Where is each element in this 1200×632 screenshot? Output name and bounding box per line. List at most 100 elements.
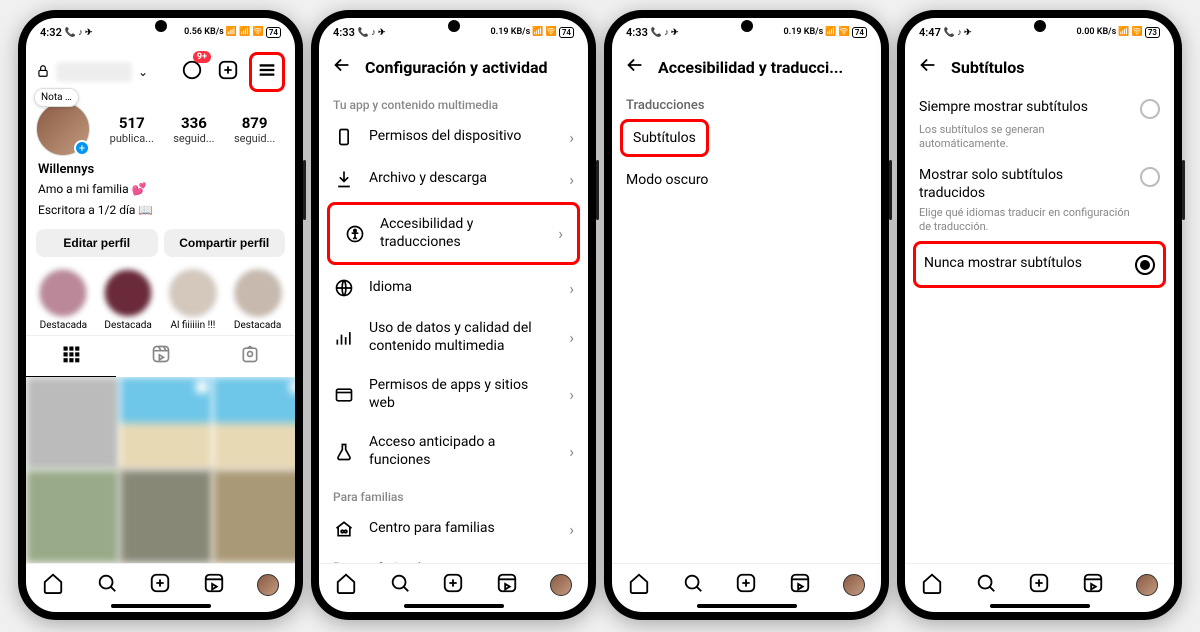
highlight-item[interactable]: Destacada	[228, 269, 287, 331]
nav-home-icon[interactable]	[628, 572, 650, 598]
edit-profile-button[interactable]: Editar perfil	[36, 229, 158, 257]
post-thumbnail[interactable]	[120, 470, 213, 563]
nav-reels-icon[interactable]	[1082, 572, 1104, 598]
nav-search-icon[interactable]	[389, 572, 411, 598]
phone-accessibility: 4:33📞 ♪ ✈ 0.19 KB/s📶 🛜74 Accesibilidad y…	[604, 10, 889, 620]
row-archive-download[interactable]: Archivo y descarga›	[319, 158, 588, 200]
nav-home-icon[interactable]	[335, 572, 357, 598]
bio-line: Amo a mi familia 💕	[26, 179, 295, 200]
phone-profile: 4:32 📞 ♪ ✈ 0.56 KB/s 📶 📶 🛜 74 ⌄ 9+ Nota …	[18, 10, 303, 620]
nav-reels-icon[interactable]	[203, 572, 225, 598]
nav-create-icon[interactable]	[442, 572, 464, 598]
nav-profile-icon[interactable]	[1136, 574, 1158, 596]
section-label: Para familias	[319, 480, 588, 508]
apps-icon	[333, 385, 355, 405]
add-story-icon[interactable]: +	[74, 140, 90, 156]
nav-profile-icon[interactable]	[843, 574, 865, 596]
note-bubble[interactable]: Nota …	[34, 88, 79, 107]
radio-icon[interactable]	[1140, 167, 1160, 187]
page-title: Subtítulos	[951, 58, 1162, 77]
profile-avatar[interactable]: Nota … +	[36, 102, 94, 156]
status-time: 4:32	[40, 26, 62, 39]
highlight-item[interactable]: Destacada	[34, 269, 93, 331]
back-icon[interactable]	[624, 54, 646, 80]
nav-search-icon[interactable]	[682, 572, 704, 598]
nav-search-icon[interactable]	[96, 572, 118, 598]
home-indicator	[404, 604, 504, 608]
option-translated-only[interactable]: Mostrar solo subtítulos traducidos Elige…	[905, 156, 1174, 239]
row-family-center[interactable]: Centro para familias›	[319, 508, 588, 550]
section-label: Tu app y contenido multimedia	[319, 88, 588, 116]
stat-followers[interactable]: 336 seguid...	[173, 114, 214, 145]
home-indicator	[697, 604, 797, 608]
option-always-show[interactable]: Siempre mostrar subtítulos Los subtítulo…	[905, 88, 1174, 156]
threads-icon[interactable]: 9+	[177, 55, 207, 89]
bottom-nav	[26, 563, 295, 602]
nav-search-icon[interactable]	[975, 572, 997, 598]
highlight-item[interactable]: Destacada	[99, 269, 158, 331]
device-icon	[333, 127, 355, 147]
option-never-show[interactable]: Nunca mostrar subtítulos	[916, 244, 1163, 285]
camera-cutout	[448, 20, 460, 32]
post-thumbnail[interactable]	[213, 470, 295, 563]
post-thumbnail[interactable]	[120, 377, 213, 470]
home-indicator	[990, 604, 1090, 608]
radio-icon[interactable]	[1140, 99, 1160, 119]
radio-selected-icon[interactable]	[1135, 255, 1155, 275]
bio-line: Escritora a 1/2 día 📖	[26, 200, 295, 221]
chevron-down-icon: ⌄	[138, 65, 148, 79]
row-apps-websites[interactable]: Permisos de apps y sitios web›	[319, 366, 588, 423]
share-profile-button[interactable]: Compartir perfil	[164, 229, 286, 257]
tab-grid[interactable]	[26, 336, 116, 377]
tab-reels[interactable]	[116, 336, 206, 377]
nav-create-icon[interactable]	[1028, 572, 1050, 598]
phone-subtitles: 4:47📞 ♪ ✈ 0.00 KB/s📶 🛜73 Subtítulos Siem…	[897, 10, 1182, 620]
chevron-right-icon: ›	[569, 170, 574, 189]
row-accessibility[interactable]: Accesibilidad y traducciones›	[330, 205, 577, 262]
row-dark-mode[interactable]: Modo oscuro	[612, 159, 881, 201]
nav-create-icon[interactable]	[149, 572, 171, 598]
nav-profile-icon[interactable]	[257, 574, 279, 596]
highlights-row[interactable]: Destacada Destacada Al fiiiiiin !!! Dest…	[26, 265, 295, 335]
chevron-right-icon: ›	[569, 279, 574, 298]
post-thumbnail[interactable]	[26, 377, 119, 470]
nav-reels-icon[interactable]	[789, 572, 811, 598]
nav-create-icon[interactable]	[735, 572, 757, 598]
nav-home-icon[interactable]	[921, 572, 943, 598]
highlight-item[interactable]: Al fiiiiiin !!!	[164, 269, 223, 331]
flask-icon	[333, 442, 355, 462]
tab-tagged[interactable]	[205, 336, 295, 377]
home-indicator	[111, 604, 211, 608]
nav-home-icon[interactable]	[42, 572, 64, 598]
chevron-right-icon: ›	[558, 224, 563, 243]
username-dropdown[interactable]	[56, 62, 132, 82]
download-icon	[333, 169, 355, 189]
back-icon[interactable]	[331, 54, 353, 80]
lock-icon	[36, 63, 50, 82]
row-data-usage[interactable]: Uso de datos y calidad del contenido mul…	[319, 309, 588, 366]
nav-profile-icon[interactable]	[550, 574, 572, 596]
create-icon[interactable]	[213, 55, 243, 89]
row-device-permissions[interactable]: Permisos del dispositivo›	[319, 116, 588, 158]
post-thumbnail[interactable]	[26, 470, 119, 563]
stat-following[interactable]: 879 seguid...	[234, 114, 275, 145]
row-early-access[interactable]: Acceso anticipado a funciones›	[319, 423, 588, 480]
row-language[interactable]: Idioma›	[319, 267, 588, 309]
bottom-nav	[319, 563, 588, 602]
post-grid	[26, 377, 295, 563]
back-icon[interactable]	[917, 54, 939, 80]
post-thumbnail[interactable]	[213, 377, 295, 470]
language-icon	[333, 278, 355, 298]
bottom-nav	[905, 563, 1174, 602]
family-icon	[333, 519, 355, 539]
hamburger-menu-icon[interactable]	[249, 52, 285, 92]
accessibility-icon	[344, 224, 366, 244]
stat-posts[interactable]: 517 publica...	[110, 114, 154, 145]
row-subtitles[interactable]: Subtítulos	[623, 122, 706, 154]
bottom-nav	[612, 563, 881, 602]
nav-reels-icon[interactable]	[496, 572, 518, 598]
section-label: Traducciones	[612, 88, 881, 117]
data-icon	[333, 328, 355, 348]
camera-cutout	[155, 20, 167, 32]
section-label: Para profesionales	[319, 550, 588, 563]
